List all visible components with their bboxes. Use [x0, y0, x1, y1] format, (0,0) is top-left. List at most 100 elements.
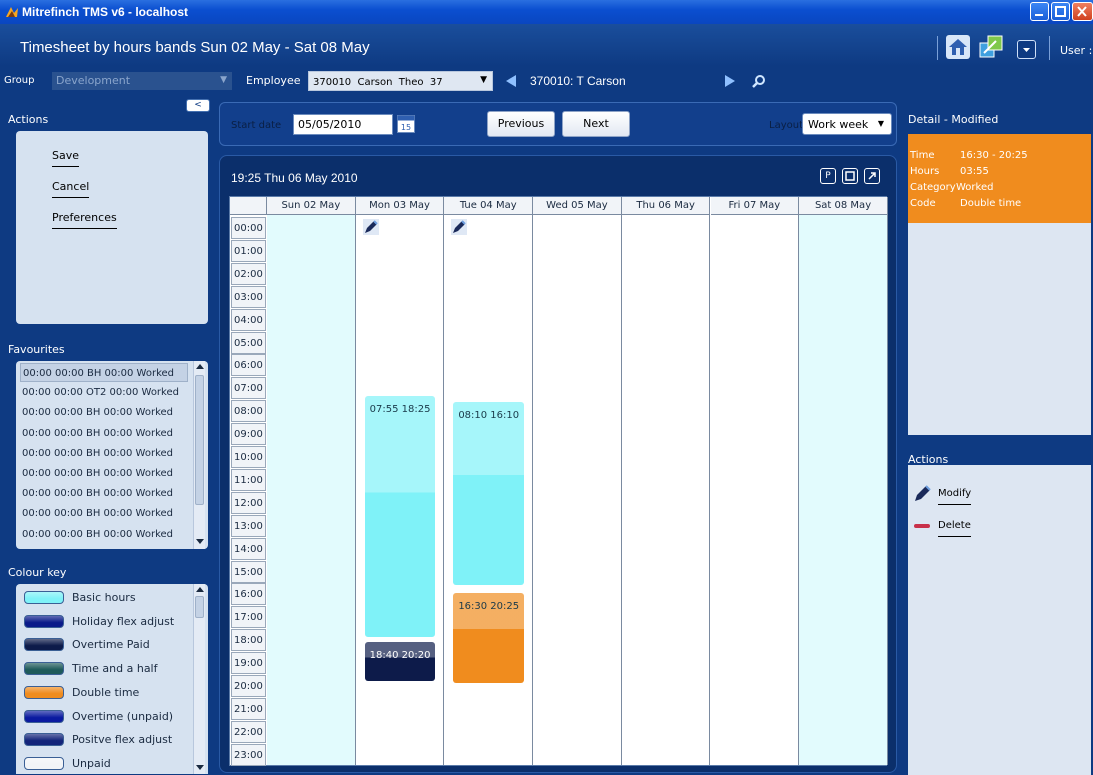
- favourite-item[interactable]: 00:00 00:00 BH 00:00 Worked: [20, 464, 188, 483]
- detail-title: Detail - Modified: [908, 113, 999, 126]
- hour-label: 15:00: [231, 560, 266, 583]
- employee-select[interactable]: 370010 Carson Theo 37 ▼: [308, 71, 493, 91]
- minimize-icon: [1035, 14, 1043, 16]
- favourite-item[interactable]: 00:00 00:00 BH 00:00 Worked: [20, 363, 188, 382]
- colour-key-list: Basic hours Holiday flex adjust Overtime P…: [16, 584, 208, 774]
- scrollbar-thumb[interactable]: [195, 375, 204, 505]
- day-header[interactable]: Tue 04 May: [444, 197, 534, 215]
- timesheet-area: Start date 05/05/2010 15 Previous Next L…: [216, 96, 900, 775]
- hour-label: 20:00: [231, 675, 266, 697]
- actions-title: Actions: [8, 113, 49, 126]
- colour-key-label: Time and a half: [72, 662, 158, 676]
- modify-label: Modify: [938, 488, 972, 505]
- favourite-item[interactable]: 00:00 00:00 BH 00:00 Worked: [20, 504, 188, 523]
- previous-button[interactable]: Previous: [487, 111, 555, 137]
- day-header[interactable]: Sat 08 May: [799, 197, 888, 215]
- colour-key-title: Colour key: [8, 566, 67, 579]
- fullscreen-button[interactable]: [842, 168, 858, 184]
- hour-label: 13:00: [231, 514, 266, 537]
- next-employee-icon[interactable]: [724, 74, 736, 88]
- save-link[interactable]: Save: [52, 149, 80, 167]
- day-header[interactable]: Mon 03 May: [355, 197, 445, 215]
- favourites-list: 00:00 00:00 BH 00:00 Worked 00:00 00:00 O…: [16, 361, 208, 549]
- layout-select[interactable]: Work week ▼: [802, 113, 892, 135]
- close-button[interactable]: [1072, 2, 1093, 21]
- colour-swatch: [24, 614, 64, 628]
- page-title: Timesheet by hours bands Sun 02 May - Sa…: [20, 39, 370, 56]
- chevron-down-icon: [1023, 48, 1030, 52]
- colour-key-label: Unpaid: [72, 756, 111, 770]
- day-column[interactable]: [621, 215, 711, 765]
- hour-label: 16:00: [231, 583, 266, 606]
- delete-action[interactable]: Delete: [912, 517, 971, 539]
- previous-employee-icon[interactable]: [505, 74, 517, 88]
- header-menu-dropdown[interactable]: [1017, 40, 1036, 59]
- header-separator: [937, 36, 938, 60]
- app-header: Timesheet by hours bands Sun 02 May - Sa…: [0, 24, 1093, 66]
- hour-label: 21:00: [231, 697, 266, 720]
- hour-label: 18:00: [231, 629, 266, 652]
- timesheet-entry[interactable]: 16:30 20:25: [453, 593, 525, 683]
- calendar-picker-icon[interactable]: 15: [397, 114, 415, 133]
- scroll-down-icon[interactable]: [196, 539, 204, 545]
- maximize-icon: [1055, 6, 1066, 17]
- timesheet-entry[interactable]: 08:10 16:10: [453, 402, 525, 586]
- preferences-link[interactable]: Preferences: [52, 211, 117, 229]
- detail-card: Time 16:30 - 20:25 Hours 03:55 Category Worke…: [908, 134, 1091, 223]
- switch-windows-icon[interactable]: [978, 34, 1004, 60]
- favourites-scrollbar[interactable]: [193, 361, 205, 549]
- colour-swatch: [24, 662, 64, 676]
- group-select[interactable]: Development ▼: [52, 72, 232, 90]
- scroll-up-icon[interactable]: [196, 363, 204, 369]
- favourite-item[interactable]: 00:00 00:00 BH 00:00 Worked: [20, 424, 188, 443]
- employee-name: 370010: T Carson: [530, 74, 626, 88]
- day-header[interactable]: Thu 06 May: [621, 197, 711, 215]
- hour-label: 12:00: [231, 491, 266, 514]
- colour-key-item: Overtime Paid: [24, 635, 189, 653]
- day-header[interactable]: Fri 07 May: [710, 197, 800, 215]
- colour-key-scrollbar[interactable]: [193, 584, 205, 774]
- edit-entry-icon[interactable]: [362, 219, 379, 235]
- detail-key: Time: [910, 150, 935, 161]
- edit-entry-icon[interactable]: [451, 219, 468, 235]
- day-header[interactable]: Wed 05 May: [533, 197, 622, 215]
- user-label: User :: [1060, 44, 1093, 57]
- detail-row: Category Worked: [908, 182, 1091, 198]
- maximize-button[interactable]: [1051, 2, 1070, 21]
- favourite-item[interactable]: 00:00 00:00 BH 00:00 Worked: [20, 403, 188, 422]
- day-column[interactable]: [267, 215, 356, 765]
- hour-label: 14:00: [231, 537, 266, 560]
- cancel-link[interactable]: Cancel: [52, 180, 90, 198]
- calendar-title: 19:25 Thu 06 May 2010: [231, 171, 358, 185]
- day-header[interactable]: Sun 02 May: [267, 197, 356, 215]
- window-title: Mitrefinch TMS v6 - localhost: [22, 5, 189, 19]
- print-button[interactable]: P: [820, 168, 836, 184]
- search-icon[interactable]: [752, 74, 766, 88]
- mitrefinch-logo-icon: [6, 7, 18, 17]
- minimize-button[interactable]: [1030, 2, 1049, 21]
- entry-time-label: 16:30 20:25: [458, 600, 520, 612]
- timesheet-entry[interactable]: 07:55 18:25: [364, 396, 436, 637]
- layout-value: Work week: [808, 118, 869, 131]
- favourite-item[interactable]: 00:00 00:00 OT2 00:00 Worked: [20, 383, 188, 402]
- favourite-item[interactable]: 00:00 00:00 BH 00:00 Worked: [20, 525, 188, 544]
- detail-row: Code Double time: [908, 198, 1091, 214]
- next-button[interactable]: Next: [562, 111, 630, 137]
- collapse-panel-button[interactable]: <: [186, 99, 210, 112]
- start-date-input[interactable]: 05/05/2010: [293, 114, 393, 135]
- favourites-header: Favourites: [0, 336, 216, 360]
- day-column[interactable]: [799, 215, 888, 765]
- scroll-up-icon[interactable]: [196, 586, 204, 592]
- day-column[interactable]: [533, 215, 622, 765]
- home-icon[interactable]: [945, 34, 971, 60]
- favourite-item[interactable]: 00:00 00:00 BH 00:00 Worked: [20, 444, 188, 463]
- popout-button[interactable]: [864, 168, 880, 184]
- hour-label: 02:00: [231, 262, 266, 285]
- modify-action[interactable]: Modify: [912, 485, 972, 507]
- timesheet-entry[interactable]: 18:40 20:20: [364, 642, 436, 681]
- scroll-down-icon[interactable]: [196, 765, 204, 771]
- day-column[interactable]: [710, 215, 800, 765]
- scrollbar-thumb[interactable]: [195, 596, 204, 618]
- hour-label: 05:00: [231, 331, 266, 354]
- favourite-item[interactable]: 00:00 00:00 BH 00:00 Worked: [20, 484, 188, 503]
